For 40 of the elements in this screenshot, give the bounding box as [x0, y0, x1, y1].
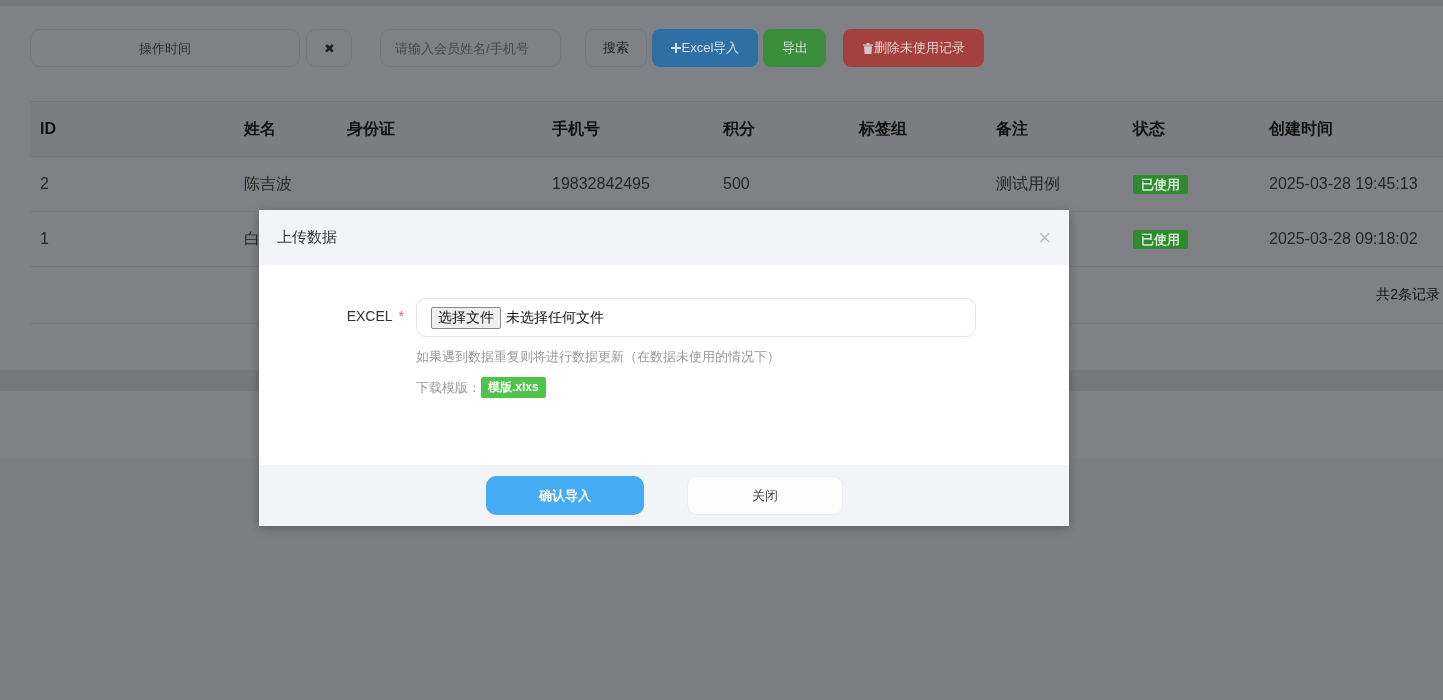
hint-text: 如果遇到数据重复则将进行数据更新（在数据未使用的情况下）	[416, 348, 781, 366]
clear-button[interactable]: ✖	[306, 29, 352, 67]
column-header: 身份证	[346, 118, 396, 139]
column-header: 标签组	[857, 118, 908, 139]
table-cell: 2	[40, 175, 49, 192]
confirm-import-button[interactable]: 确认导入	[485, 476, 644, 515]
column-header: 姓名	[242, 118, 277, 139]
close-dialog-button[interactable]: 关闭	[686, 476, 843, 515]
table-cell: 2025-03-28 19:45:13	[1269, 175, 1418, 192]
table-cell: 19832842495	[552, 175, 650, 192]
table-cell: 2025-03-28 09:18:02	[1269, 230, 1418, 247]
table-cell: 陈吉波	[244, 174, 292, 192]
column-header: 状态	[1131, 118, 1166, 139]
dialog-title: 上传数据	[277, 228, 337, 247]
column-header: 积分	[721, 118, 756, 139]
file-input-field[interactable]: 选择文件 未选择任何文件	[416, 298, 976, 337]
file-status: 未选择任何文件	[506, 308, 604, 327]
status-badge: 已使用	[1133, 174, 1188, 194]
table-cell: 1	[40, 230, 49, 247]
template-link[interactable]: 模版.xlxs	[481, 377, 546, 398]
table-cell: 500	[723, 175, 750, 192]
excel-import-button[interactable]: Excel导入	[652, 29, 758, 67]
table-cell: 测试用例	[996, 174, 1060, 192]
column-header: ID	[39, 120, 57, 138]
trash-icon	[862, 42, 873, 54]
record-count: 共2条记录	[1376, 286, 1440, 304]
date-field[interactable]: 操作时间	[30, 29, 300, 67]
table-cell: 白	[244, 229, 260, 247]
plus-icon	[670, 43, 681, 53]
search-button[interactable]: 搜索	[585, 29, 647, 67]
required-mark: *	[398, 308, 404, 324]
column-header: 创建时间	[1268, 118, 1334, 139]
choose-file-button[interactable]: 选择文件	[431, 306, 501, 329]
field-label: EXCEL	[346, 308, 393, 324]
download-label: 下载模版：	[416, 378, 481, 397]
column-header: 手机号	[551, 118, 601, 139]
export-button[interactable]: 导出	[763, 29, 826, 67]
status-badge: 已使用	[1133, 229, 1188, 249]
delete-unused-button[interactable]: 删除未使用记录	[843, 29, 984, 67]
column-header: 备注	[995, 118, 1029, 139]
